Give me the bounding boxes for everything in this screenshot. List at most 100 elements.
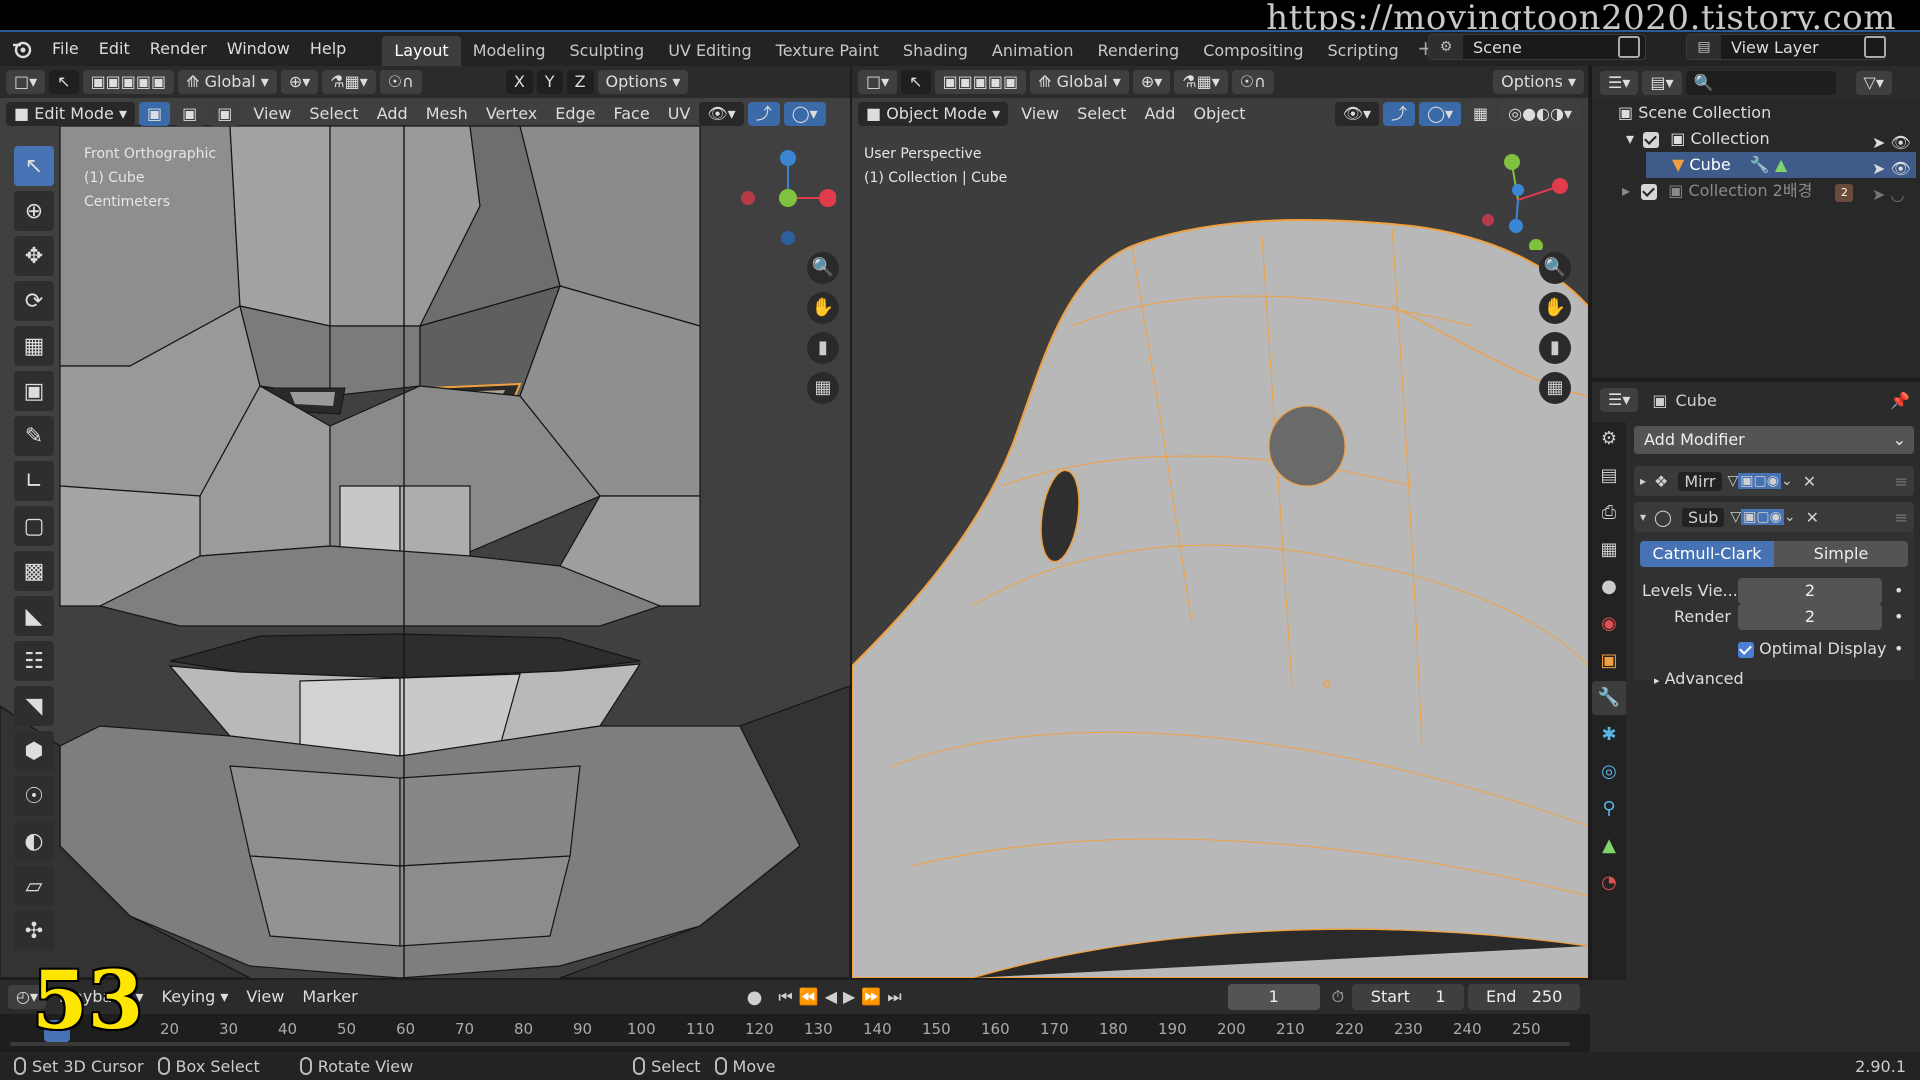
menu-window[interactable]: Window bbox=[217, 31, 300, 67]
drag-handle-icon[interactable]: ≡ bbox=[1895, 472, 1908, 491]
pivot-point-dropdown[interactable]: ⊕▾ bbox=[280, 70, 319, 94]
advanced-subpanel[interactable]: ▸ Advanced bbox=[1654, 666, 1744, 694]
menu-uv[interactable]: UV bbox=[659, 100, 700, 128]
visibility-icon-right[interactable]: 👁▾ bbox=[1334, 102, 1380, 126]
poly-build-icon[interactable]: ⬢ bbox=[14, 731, 54, 771]
snapping-icon-right[interactable]: ⚗▦▾ bbox=[1174, 70, 1228, 94]
catmull-clark-button[interactable]: Catmull-Clark bbox=[1640, 541, 1774, 567]
collapse-arrow-icon[interactable]: ▸ bbox=[1622, 181, 1630, 200]
end-frame-field[interactable]: End 250 bbox=[1468, 984, 1581, 1010]
levels-viewport-field[interactable]: 2 bbox=[1738, 578, 1882, 604]
options-dropdown-right[interactable]: Options ▾ bbox=[1493, 70, 1584, 94]
collection2-row[interactable]: ▸ ▣ Collection 2배경 2 bbox=[1622, 178, 1854, 204]
marker-menu[interactable]: Marker bbox=[293, 983, 366, 1011]
tab-compositing[interactable]: Compositing bbox=[1191, 36, 1315, 66]
constraints-tab-icon[interactable]: ⚲ bbox=[1592, 792, 1626, 826]
blender-logo-icon[interactable] bbox=[12, 39, 32, 59]
select-mode-buttons[interactable]: ▣▣▣▣▣ bbox=[82, 70, 175, 94]
pan-hand-icon[interactable]: ✋ bbox=[807, 292, 839, 324]
simple-button[interactable]: Simple bbox=[1774, 541, 1908, 567]
mesh-data-icon[interactable]: ▲ bbox=[1775, 155, 1787, 174]
edge-select-icon[interactable]: ▣ bbox=[174, 102, 206, 126]
subdivision-modifier-header[interactable]: ▾ ◯ Sub ▽ ▣▢◉ ⌄ ✕ ≡ bbox=[1634, 502, 1914, 532]
keying-menu[interactable]: Keying ▾ bbox=[153, 983, 238, 1011]
timeline-ruler[interactable]: 20 30 40 50 60 70 80 90 100 110 120 130 … bbox=[0, 1014, 1590, 1048]
stopwatch-icon[interactable]: ⏱ bbox=[1332, 987, 1344, 1007]
outliner-search-input[interactable]: 🔍 bbox=[1685, 71, 1836, 95]
expand-arrow-icon[interactable]: ▾ bbox=[1626, 129, 1634, 148]
keyframe-dot-icon[interactable]: • bbox=[1894, 578, 1903, 604]
inset-icon[interactable]: ▩ bbox=[14, 551, 54, 591]
zoom-icon[interactable]: 🔍 bbox=[807, 252, 839, 284]
select-tool-icon[interactable]: ↖ bbox=[49, 70, 79, 94]
rotate-icon[interactable]: ⟳ bbox=[14, 281, 54, 321]
record-icon[interactable]: ● bbox=[747, 987, 763, 1008]
render-tab-icon[interactable]: ▤ bbox=[1592, 459, 1626, 493]
view-layer-tab-icon[interactable]: ▦ bbox=[1592, 533, 1626, 567]
loop-cut-icon[interactable]: ☷ bbox=[14, 641, 54, 681]
editor-type-button-right[interactable]: □▾ bbox=[858, 70, 898, 94]
timeline-scrollbar[interactable] bbox=[10, 1042, 1570, 1046]
mode-dropdown[interactable]: ■ Edit Mode ▾ bbox=[6, 102, 135, 126]
scale-icon[interactable]: ▦ bbox=[14, 326, 54, 366]
edge-slide-icon[interactable]: ▱ bbox=[14, 866, 54, 906]
proportional-edit-icon-right[interactable]: ☉∩ bbox=[1231, 70, 1274, 94]
world-tab-icon[interactable]: ◉ bbox=[1592, 607, 1626, 641]
menu-view[interactable]: View bbox=[244, 100, 300, 128]
tool-tab-icon[interactable]: ⚙ bbox=[1592, 422, 1626, 456]
subdivision-modifier-toggles[interactable]: ▽ ▣▢◉ ⌄ bbox=[1730, 509, 1796, 525]
subdivision-modifier-name[interactable]: Sub bbox=[1681, 507, 1725, 527]
transform-orientation-dropdown-right[interactable]: ⟰ Global ▾ bbox=[1030, 70, 1129, 94]
select-mode-buttons-right[interactable]: ▣▣▣▣▣ bbox=[934, 70, 1027, 94]
zoom-icon-right[interactable]: 🔍 bbox=[1539, 252, 1571, 284]
transform-icon[interactable]: ▣ bbox=[14, 371, 54, 411]
mirror-modifier-header[interactable]: ▸ ❖ Mirr ▽ ▣▢◉ ⌄ ✕ ≡ bbox=[1634, 466, 1914, 496]
display-mode-button[interactable]: ▤▾ bbox=[1642, 71, 1682, 95]
menu-help[interactable]: Help bbox=[300, 31, 356, 67]
bevel-icon[interactable]: ◣ bbox=[14, 596, 54, 636]
menu-select-right[interactable]: Select bbox=[1068, 100, 1135, 128]
menu-mesh[interactable]: Mesh bbox=[417, 100, 477, 128]
face-select-icon[interactable]: ▣ bbox=[209, 102, 241, 126]
cursor-icon[interactable]: ⊕ bbox=[14, 191, 54, 231]
menu-select[interactable]: Select bbox=[300, 100, 367, 128]
tab-modeling[interactable]: Modeling bbox=[461, 36, 558, 66]
remove-modifier-icon[interactable]: ✕ bbox=[1803, 472, 1816, 491]
object-tab-icon[interactable]: ▣ bbox=[1592, 644, 1626, 678]
data-tab-icon[interactable]: ▲ bbox=[1592, 829, 1626, 863]
spin-icon[interactable]: ☉ bbox=[14, 776, 54, 816]
scene-collection-row[interactable]: ▣ Scene Collection bbox=[1618, 100, 1771, 126]
menu-file[interactable]: File bbox=[42, 31, 89, 67]
optimal-display-checkbox[interactable] bbox=[1738, 641, 1754, 658]
physics-tab-icon[interactable]: ◎ bbox=[1592, 755, 1626, 789]
properties-editor-type-button[interactable]: ☰▾ bbox=[1600, 388, 1639, 412]
expand-arrow-icon[interactable]: ▾ bbox=[1640, 510, 1646, 524]
select-tool-icon-right[interactable]: ↖ bbox=[901, 70, 931, 94]
shading-mode-icons[interactable]: ◎●◐◑▾ bbox=[1500, 102, 1580, 126]
vertex-select-icon[interactable]: ▣ bbox=[139, 102, 171, 126]
remove-modifier-icon-2[interactable]: ✕ bbox=[1806, 508, 1819, 527]
view-layer-selector[interactable]: ▤ View Layer bbox=[1686, 34, 1886, 60]
mirror-modifier-name[interactable]: Mirr bbox=[1678, 471, 1722, 491]
modifier-tab-icon[interactable]: 🔧 bbox=[1592, 681, 1626, 715]
tab-sculpting[interactable]: Sculpting bbox=[557, 36, 656, 66]
scene-selector[interactable]: ⚙ Scene bbox=[1428, 34, 1646, 60]
modifier-wrench-icon[interactable]: 🔧 bbox=[1750, 155, 1770, 174]
tab-rendering[interactable]: Rendering bbox=[1086, 36, 1192, 66]
particles-tab-icon[interactable]: ✱ bbox=[1592, 718, 1626, 752]
menu-edit[interactable]: Edit bbox=[89, 31, 140, 67]
move-icon[interactable]: ✥ bbox=[14, 236, 54, 276]
tab-scripting[interactable]: Scripting bbox=[1316, 36, 1411, 66]
material-tab-icon[interactable]: ◔ bbox=[1592, 866, 1626, 900]
outliner-editor-type-button[interactable]: ☰▾ bbox=[1600, 71, 1639, 95]
camera-icon[interactable]: ▮ bbox=[807, 332, 839, 364]
mode-dropdown-right[interactable]: ■ Object Mode ▾ bbox=[858, 102, 1009, 126]
collection-exclude-checkbox[interactable] bbox=[1643, 131, 1660, 148]
menu-render[interactable]: Render bbox=[140, 31, 217, 67]
pin-icon[interactable]: 📌 bbox=[1890, 391, 1910, 410]
measure-icon[interactable]: ∟ bbox=[14, 461, 54, 501]
menu-view-right[interactable]: View bbox=[1012, 100, 1068, 128]
start-frame-field[interactable]: Start 1 bbox=[1352, 984, 1465, 1010]
menu-object-right[interactable]: Object bbox=[1184, 100, 1254, 128]
selectable-arrow-icon[interactable]: ➤ 👁 bbox=[1872, 130, 1911, 156]
